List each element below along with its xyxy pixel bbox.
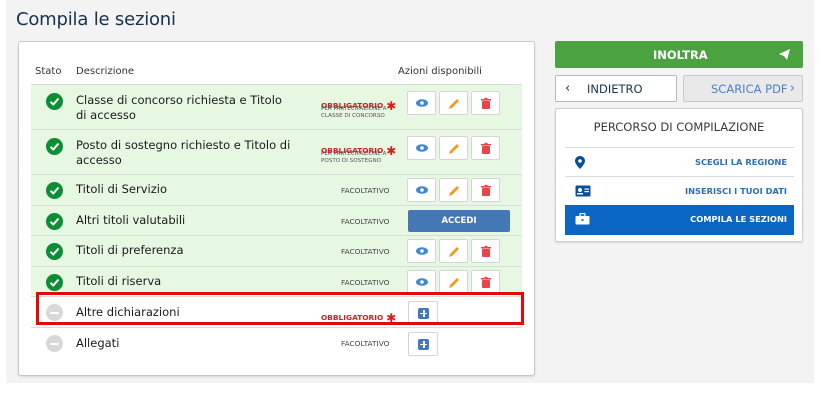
optional-label: FACOLTATIVO: [341, 247, 390, 256]
row-description: Altri titoli valutabili: [76, 213, 186, 227]
inoltra-button[interactable]: INOLTRA: [555, 41, 803, 68]
requirement-note: PER PARTECIPAZIONE A POSTO DI SOSTEGNO: [321, 151, 387, 164]
trash-icon: [481, 142, 491, 154]
completed-check-icon: [46, 182, 63, 199]
edit-button[interactable]: [439, 91, 468, 115]
briefcase-icon: [575, 213, 590, 225]
table-header: Stato Descrizione Azioni disponibili: [19, 42, 534, 84]
table-row: Titoli di riserva FACOLTATIVO: [31, 266, 522, 295]
map-pin-icon: [575, 156, 585, 169]
optional-label: FACOLTATIVO: [341, 278, 390, 287]
header-azioni: Azioni disponibili: [398, 66, 482, 77]
edit-button[interactable]: [439, 270, 468, 294]
row-description: Titoli di preferenza: [76, 243, 184, 257]
page-background: Compila le sezioni Stato Descrizione Azi…: [6, 0, 814, 383]
completed-check-icon: [46, 213, 63, 230]
percorso-panel: PERCORSO DI COMPILAZIONE SCEGLI LA REGIO…: [555, 108, 803, 242]
header-descrizione: Descrizione: [76, 66, 135, 77]
page-title: Compila le sezioni: [16, 9, 176, 30]
edit-button[interactable]: [439, 178, 468, 202]
eye-icon: [416, 278, 428, 286]
delete-button[interactable]: [471, 91, 500, 115]
completed-check-icon: [46, 93, 63, 110]
optional-label: FACOLTATIVO: [341, 217, 390, 226]
table-row: Allegati FACOLTATIVO: [31, 327, 522, 359]
indietro-button[interactable]: ‹ INDIETRO: [555, 75, 677, 102]
delete-button[interactable]: [471, 136, 500, 160]
send-icon: [779, 49, 790, 60]
header-stato: Stato: [35, 66, 62, 77]
table-row: Posto di sostegno richiesto e Titolo di …: [31, 129, 522, 174]
row-description: Titoli di riserva: [76, 274, 162, 288]
trash-icon: [481, 245, 491, 257]
table-row: Classe di concorso richiesta e Titolo di…: [31, 84, 522, 129]
completed-check-icon: [46, 243, 63, 260]
eye-icon: [416, 99, 428, 107]
view-button[interactable]: [407, 136, 436, 160]
pencil-icon: [449, 186, 459, 196]
edit-button[interactable]: [439, 136, 468, 160]
pencil-icon: [449, 278, 459, 288]
step-scegli-regione[interactable]: SCEGLI LA REGIONE: [565, 147, 794, 177]
edit-button[interactable]: [439, 239, 468, 263]
row-description: Titoli di Servizio: [76, 182, 167, 196]
pencil-icon: [449, 144, 459, 154]
row-description: Classe di concorso richiesta e Titolo di…: [76, 93, 282, 122]
accedi-button[interactable]: ACCEDI: [408, 210, 510, 232]
percorso-title: PERCORSO DI COMPILAZIONE: [593, 120, 765, 134]
table-row: Titoli di Servizio FACOLTATIVO: [31, 174, 522, 205]
trash-icon: [481, 184, 491, 196]
optional-label: FACOLTATIVO: [341, 339, 390, 348]
step-inserisci-dati[interactable]: INSERISCI I TUOI DATI: [565, 176, 794, 206]
delete-button[interactable]: [471, 178, 500, 202]
highlight-box: [36, 292, 524, 325]
delete-button[interactable]: [471, 270, 500, 294]
chevron-right-icon: ›: [789, 81, 795, 96]
eye-icon: [416, 186, 428, 194]
view-button[interactable]: [407, 178, 436, 202]
row-description: Allegati: [76, 336, 120, 350]
table-row: Titoli di preferenza FACOLTATIVO: [31, 235, 522, 266]
id-card-icon: [575, 185, 591, 197]
view-button[interactable]: [407, 239, 436, 263]
sections-card: Stato Descrizione Azioni disponibili Cla…: [18, 41, 535, 376]
trash-icon: [481, 97, 491, 109]
trash-icon: [481, 276, 491, 288]
delete-button[interactable]: [471, 239, 500, 263]
view-button[interactable]: [407, 270, 436, 294]
completed-check-icon: [46, 274, 63, 291]
completed-check-icon: [46, 138, 63, 155]
row-description: Posto di sostegno richiesto e Titolo di …: [76, 138, 291, 167]
eye-icon: [416, 247, 428, 255]
add-button[interactable]: [408, 332, 438, 356]
not-started-icon: [46, 335, 63, 352]
eye-icon: [416, 144, 428, 152]
pencil-icon: [449, 99, 459, 109]
optional-label: FACOLTATIVO: [341, 186, 390, 195]
step-compila-sezioni[interactable]: COMPILA LE SEZIONI: [565, 205, 794, 235]
scarica-pdf-button[interactable]: SCARICA PDF ›: [683, 75, 803, 102]
table-row: Altri titoli valutabili FACOLTATIVO ACCE…: [31, 205, 522, 235]
plus-icon: [418, 339, 429, 350]
pencil-icon: [449, 247, 459, 257]
chevron-left-icon: ‹: [565, 81, 571, 96]
view-button[interactable]: [407, 91, 436, 115]
requirement-note: PER PARTECIPAZIONE A CLASSE DI CONCORSO: [321, 106, 387, 119]
